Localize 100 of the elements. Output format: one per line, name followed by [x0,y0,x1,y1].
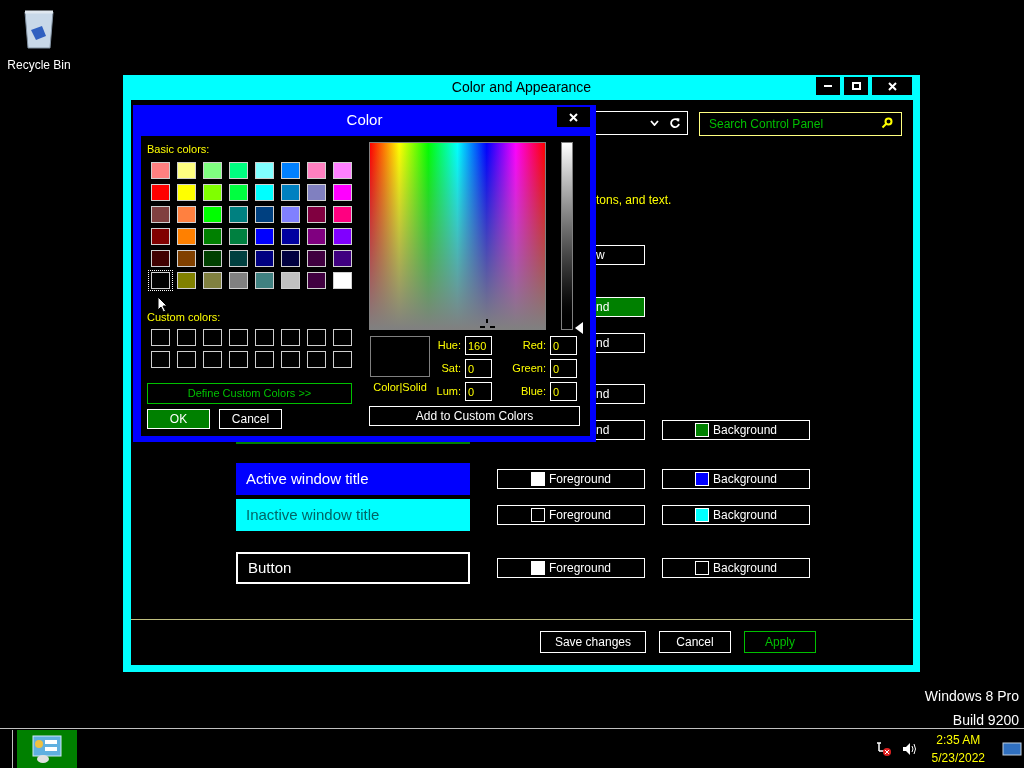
color-button[interactable]: Foreground [497,558,645,578]
add-to-custom-colors-button[interactable]: Add to Custom Colors [369,406,580,426]
custom-color-swatch[interactable] [279,328,302,347]
color-button[interactable]: nd [596,420,645,440]
color-swatch[interactable] [149,249,172,268]
custom-color-swatch[interactable] [149,350,172,369]
search-field[interactable]: Search Control Panel [699,112,902,136]
color-swatch[interactable] [305,183,328,202]
value-field[interactable]: 160 [465,336,492,355]
value-field[interactable]: 0 [465,359,492,378]
custom-color-swatch[interactable] [175,350,198,369]
color-swatch[interactable] [253,227,276,246]
custom-color-swatch[interactable] [149,328,172,347]
custom-color-swatch[interactable] [305,350,328,369]
color-swatch[interactable] [305,205,328,224]
clock[interactable]: 2:35 AM 5/23/2022 [931,730,985,767]
color-swatch[interactable] [175,271,198,290]
close-button[interactable] [872,77,912,95]
color-swatch[interactable] [253,161,276,180]
maximize-button[interactable] [844,77,868,95]
color-swatch[interactable] [175,249,198,268]
color-button[interactable]: Foreground [497,505,645,525]
luminance-pointer[interactable] [575,322,583,334]
color-swatch[interactable] [201,271,224,290]
color-button[interactable]: nd [596,384,645,404]
color-swatch[interactable] [253,271,276,290]
color-swatch[interactable] [279,271,302,290]
color-swatch[interactable] [305,271,328,290]
color-swatch[interactable] [279,183,302,202]
color-swatch[interactable] [149,183,172,202]
address-bar[interactable] [596,111,688,135]
custom-color-swatch[interactable] [305,328,328,347]
color-swatch[interactable] [227,183,250,202]
color-swatch[interactable] [279,205,302,224]
color-swatch[interactable] [201,249,224,268]
close-button[interactable] [557,107,590,127]
color-swatch[interactable] [201,183,224,202]
custom-color-swatch[interactable] [227,328,250,347]
color-button[interactable]: Background [662,420,810,440]
color-swatch[interactable] [149,161,172,180]
color-button[interactable]: nd [596,297,645,317]
footer-button[interactable]: Save changes [539,631,646,653]
color-spectrum[interactable] [369,142,546,330]
color-button[interactable]: Background [662,469,810,489]
color-swatch[interactable] [201,227,224,246]
color-swatch[interactable] [149,205,172,224]
color-swatch[interactable] [331,249,354,268]
ok-button[interactable]: OK [147,409,210,429]
custom-color-swatch[interactable] [201,350,224,369]
color-swatch[interactable] [305,227,328,246]
minimize-button[interactable] [816,77,840,95]
value-field[interactable]: 0 [465,382,492,401]
color-swatch[interactable] [175,205,198,224]
custom-color-swatch[interactable] [253,350,276,369]
footer-button[interactable]: Cancel [659,631,731,653]
color-swatch[interactable] [279,249,302,268]
color-swatch[interactable] [331,205,354,224]
value-field[interactable]: 0 [550,359,577,378]
cancel-button[interactable]: Cancel [219,409,282,429]
color-button[interactable]: nd [596,333,645,353]
custom-color-swatch[interactable] [201,328,224,347]
color-swatch[interactable] [279,161,302,180]
color-swatch[interactable] [149,271,172,290]
refresh-icon[interactable] [669,117,681,129]
network-error-icon[interactable] [875,740,892,757]
color-swatch[interactable] [149,227,172,246]
custom-color-swatch[interactable] [331,350,354,369]
speaker-icon[interactable] [901,741,918,756]
color-swatch[interactable] [305,161,328,180]
color-swatch[interactable] [253,249,276,268]
custom-color-swatch[interactable] [175,328,198,347]
color-swatch[interactable] [175,161,198,180]
custom-color-swatch[interactable] [227,350,250,369]
color-swatch[interactable] [331,183,354,202]
color-swatch[interactable] [227,271,250,290]
color-button[interactable]: w [596,245,645,265]
color-swatch[interactable] [305,249,328,268]
color-swatch[interactable] [253,205,276,224]
color-button[interactable]: Background [662,505,810,525]
color-swatch[interactable] [253,183,276,202]
color-swatch[interactable] [279,227,302,246]
color-swatch[interactable] [201,161,224,180]
color-swatch[interactable] [227,161,250,180]
color-button[interactable]: Foreground [497,469,645,489]
color-button[interactable]: Background [662,558,810,578]
taskbar-app-button[interactable] [17,729,77,768]
custom-color-swatch[interactable] [279,350,302,369]
show-desktop-icon[interactable] [1002,740,1022,757]
custom-color-swatch[interactable] [331,328,354,347]
color-swatch[interactable] [227,249,250,268]
value-field[interactable]: 0 [550,382,577,401]
custom-color-swatch[interactable] [253,328,276,347]
color-swatch[interactable] [175,183,198,202]
color-swatch[interactable] [227,227,250,246]
color-swatch[interactable] [331,161,354,180]
value-field[interactable]: 0 [550,336,577,355]
color-swatch[interactable] [227,205,250,224]
color-swatch[interactable] [331,227,354,246]
color-swatch[interactable] [331,271,354,290]
color-swatch[interactable] [201,205,224,224]
